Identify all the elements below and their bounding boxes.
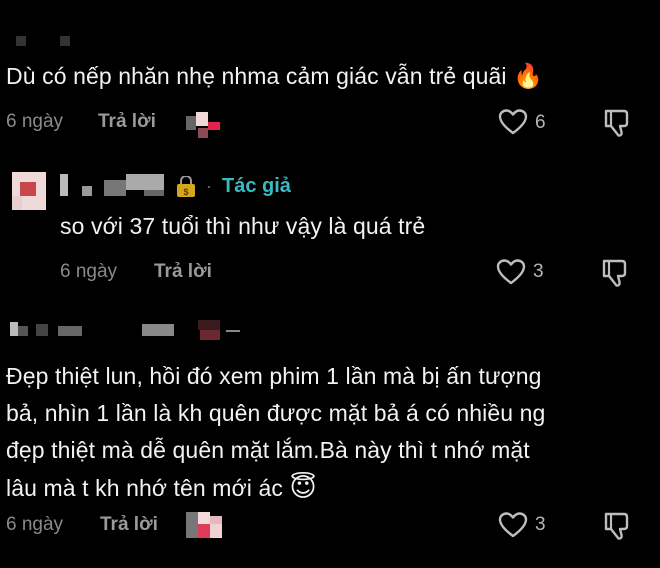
like-count: 3 — [535, 514, 546, 535]
blurred-avatar — [12, 172, 46, 210]
comment-time: 6 ngày — [6, 514, 64, 535]
heart-outline-icon — [496, 259, 526, 285]
blurred-avatar — [186, 112, 220, 138]
dislike-button[interactable] — [602, 511, 632, 541]
comment-time: 6 ngày — [60, 261, 118, 282]
svg-text:$: $ — [183, 187, 188, 197]
like-count: 6 — [535, 112, 546, 133]
thumbs-down-icon — [604, 109, 629, 137]
dislike-button[interactable] — [602, 108, 632, 138]
reply-button[interactable]: Trả lời — [98, 111, 156, 133]
author-tag: Tác giả — [222, 175, 291, 197]
blurred-username — [16, 36, 26, 46]
heart-outline-icon — [498, 512, 528, 538]
like-button[interactable] — [498, 511, 528, 539]
blurred-avatar — [186, 512, 222, 538]
reply-button[interactable]: Trả lời — [154, 261, 212, 283]
blurred-username — [10, 322, 18, 336]
thumbs-down-icon — [602, 259, 627, 287]
like-count: 3 — [533, 261, 544, 282]
reply-button[interactable]: Trả lời — [100, 514, 158, 536]
thumbs-down-icon — [604, 512, 629, 540]
blurred-username — [60, 174, 68, 196]
comment-text: so với 37 tuổi thì như vậy là quá trẻ — [60, 213, 426, 239]
angel-emoji: 😇 — [289, 472, 317, 502]
fire-emoji: 🔥 — [513, 63, 544, 90]
blurred-username-2 — [60, 36, 70, 46]
like-button[interactable] — [496, 258, 526, 286]
like-button[interactable] — [498, 108, 528, 136]
comment-time: 6 ngày — [6, 111, 64, 132]
lock-badge-icon: $ — [175, 176, 197, 198]
comment-text: Đẹp thiệt lun, hồi đó xem phim 1 lần mà … — [6, 363, 546, 502]
heart-outline-icon — [498, 109, 528, 135]
separator-dot: · — [206, 176, 212, 196]
dislike-button[interactable] — [600, 258, 630, 288]
comment-text: Dù có nếp nhăn nhẹ nhma cảm giác vẫn trẻ… — [6, 63, 544, 90]
